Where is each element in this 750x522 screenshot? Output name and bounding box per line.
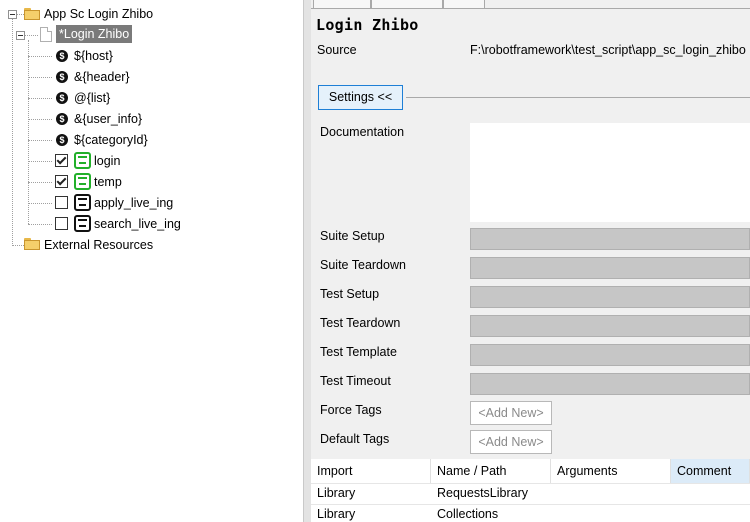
tree-variable[interactable]: ${categoryId} — [74, 131, 148, 149]
test-timeout-field[interactable] — [470, 373, 750, 395]
column-header[interactable]: Name / Path — [431, 459, 551, 483]
keyword-icon — [74, 152, 91, 169]
table-cell[interactable]: Library — [311, 504, 431, 522]
suite-setup-label: Suite Setup — [320, 229, 385, 243]
tree-test[interactable]: login — [94, 152, 120, 170]
tree-connector — [28, 140, 52, 141]
test-checkbox[interactable] — [55, 175, 68, 188]
project-tree[interactable]: App Sc Login Zhibo *Login Zhibo $ ${host… — [0, 0, 303, 522]
tree-variable[interactable]: &{user_info} — [74, 110, 142, 128]
tree-connector — [12, 18, 13, 244]
tree-connector — [28, 203, 52, 204]
tree-variable[interactable]: ${host} — [74, 47, 113, 65]
test-checkbox[interactable] — [55, 154, 68, 167]
documentation-field[interactable] — [470, 123, 750, 222]
suite-editor: Login Zhibo Source F:\robotframework\tes… — [311, 0, 750, 522]
table-cell[interactable]: Library — [311, 483, 431, 504]
keyword-icon — [74, 173, 91, 190]
editor-tab[interactable] — [371, 0, 443, 8]
pane-splitter[interactable] — [303, 0, 311, 522]
column-header[interactable]: Arguments — [551, 459, 671, 483]
tree-variable[interactable]: &{header} — [74, 68, 130, 86]
column-header[interactable]: Comment — [671, 459, 750, 483]
default-tags-add-button[interactable]: <Add New> — [470, 430, 552, 454]
test-teardown-label: Test Teardown — [320, 316, 401, 330]
variable-icon: $ — [56, 134, 68, 146]
editor-tab[interactable] — [313, 0, 371, 8]
tree-connector — [28, 182, 52, 183]
collapse-icon[interactable] — [16, 31, 25, 40]
tree-variable[interactable]: @{list} — [74, 89, 110, 107]
force-tags-add-button[interactable]: <Add New> — [470, 401, 552, 425]
variable-icon: $ — [56, 50, 68, 62]
test-setup-field[interactable] — [470, 286, 750, 308]
table-cell[interactable] — [671, 483, 750, 504]
folder-icon — [24, 8, 40, 20]
variable-icon: $ — [56, 71, 68, 83]
source-path: F:\robotframework\test_script\app_sc_log… — [470, 43, 746, 57]
page-title: Login Zhibo — [316, 16, 419, 34]
file-icon — [40, 27, 52, 42]
column-header[interactable]: Import — [311, 459, 431, 483]
suite-teardown-label: Suite Teardown — [320, 258, 406, 272]
imports-table[interactable]: Import Name / Path Arguments Comment Lib… — [311, 459, 750, 522]
tree-connector — [28, 161, 52, 162]
table-cell[interactable]: RequestsLibrary — [431, 483, 551, 504]
table-cell[interactable]: Collections — [431, 504, 551, 522]
test-template-field[interactable] — [470, 344, 750, 366]
source-label: Source — [317, 43, 357, 57]
test-teardown-field[interactable] — [470, 315, 750, 337]
editor-tab[interactable] — [443, 0, 485, 8]
test-checkbox[interactable] — [55, 217, 68, 230]
folder-resource-icon — [24, 238, 40, 250]
tree-connector — [28, 98, 52, 99]
divider — [406, 97, 750, 98]
force-tags-label: Force Tags — [320, 403, 382, 417]
test-template-label: Test Template — [320, 345, 397, 359]
tree-test[interactable]: temp — [94, 173, 122, 191]
tree-external-resources[interactable]: External Resources — [44, 236, 153, 254]
test-setup-label: Test Setup — [320, 287, 380, 301]
tree-connector — [28, 56, 52, 57]
variable-icon: $ — [56, 113, 68, 125]
table-cell[interactable] — [551, 504, 671, 522]
test-checkbox[interactable] — [55, 196, 68, 209]
variable-icon: $ — [56, 92, 68, 104]
tree-test[interactable]: search_live_ing — [94, 215, 181, 233]
tree-connector — [28, 40, 29, 224]
suite-teardown-field[interactable] — [470, 257, 750, 279]
tree-connector — [28, 77, 52, 78]
keyword-icon — [74, 194, 91, 211]
keyword-icon — [74, 215, 91, 232]
tree-connector — [12, 245, 24, 246]
test-timeout-label: Test Timeout — [320, 374, 391, 388]
suite-setup-field[interactable] — [470, 228, 750, 250]
documentation-label: Documentation — [320, 125, 405, 139]
settings-toggle-button[interactable]: Settings << — [318, 85, 403, 110]
default-tags-label: Default Tags — [320, 432, 390, 446]
table-cell[interactable] — [551, 483, 671, 504]
tree-test[interactable]: apply_live_ing — [94, 194, 173, 212]
tree-root-label[interactable]: App Sc Login Zhibo — [44, 5, 153, 23]
tree-connector — [28, 224, 52, 225]
tree-connector — [28, 119, 52, 120]
editor-tab-bar — [311, 0, 750, 9]
tree-suite-label[interactable]: *Login Zhibo — [56, 25, 133, 43]
collapse-icon[interactable] — [8, 10, 17, 19]
table-cell[interactable] — [671, 504, 750, 522]
